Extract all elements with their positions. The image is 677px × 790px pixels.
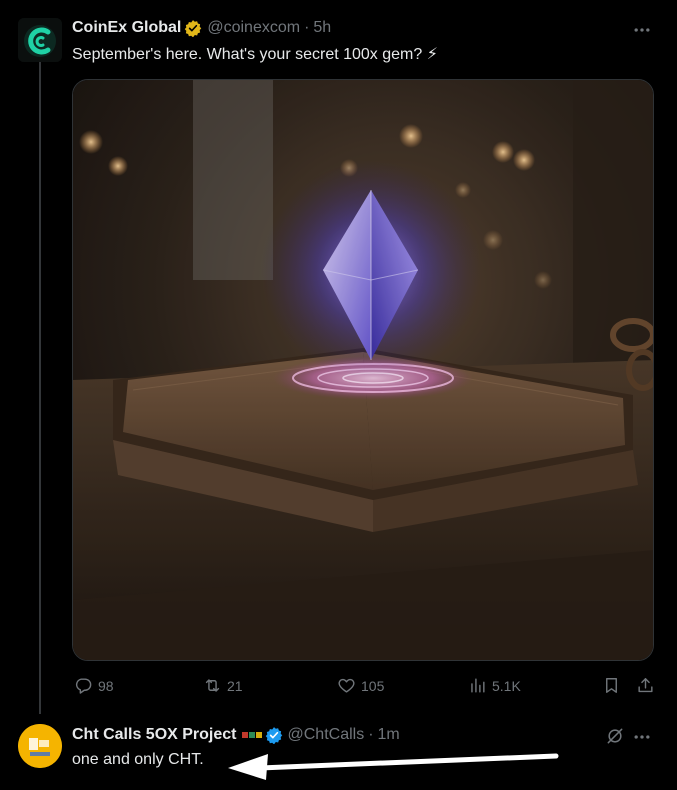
like-button[interactable]: 105 <box>337 676 384 695</box>
retweet-count: 21 <box>227 677 243 694</box>
heart-icon <box>338 678 355 693</box>
separator-dot: · <box>368 726 374 743</box>
verified-gold-icon[interactable] <box>184 19 202 37</box>
more-options-button[interactable] <box>631 727 653 747</box>
tweet-header: CoinEx Global @coinexcom · 5h <box>72 19 331 37</box>
avatar-chtcalls[interactable] <box>18 724 62 768</box>
annotation-arrow-icon <box>228 753 559 780</box>
timeline: CoinEx Global @coinexcom · 5h September'… <box>0 0 677 790</box>
display-name[interactable]: CoinEx Global <box>72 19 181 37</box>
handle[interactable]: @ChtCalls <box>288 726 365 744</box>
avatar-coinex[interactable] <box>18 18 62 62</box>
share-button[interactable] <box>636 676 655 695</box>
tweet-text: one and only CHT. <box>72 751 204 768</box>
like-count: 105 <box>361 677 385 694</box>
views-button[interactable]: 5.1K <box>468 676 521 695</box>
thread-connector-line <box>39 62 41 714</box>
tweet-header: Cht Calls 5OX Project @ChtCalls · 1m <box>72 726 400 744</box>
bookmark-icon <box>606 678 617 693</box>
separator-dot: · <box>304 19 310 36</box>
timestamp[interactable]: 1m <box>378 726 400 744</box>
tweet-text: September's here. What's your secret 100… <box>72 46 438 63</box>
bookmark-button[interactable] <box>602 676 621 695</box>
next-tweet-actions-partial <box>72 780 656 790</box>
reply-icon <box>75 678 92 694</box>
retweet-icon <box>205 679 220 692</box>
views-count: 5.1K <box>492 677 521 694</box>
gem-book-image <box>73 80 653 660</box>
share-icon <box>638 678 653 693</box>
reply-button[interactable]: 98 <box>74 676 114 695</box>
tweet-actions: 98 21 105 5.1K <box>72 676 656 698</box>
reply-count: 98 <box>98 677 114 694</box>
display-name[interactable]: Cht Calls 5OX Project <box>72 726 237 744</box>
coinex-logo-icon <box>18 18 62 62</box>
verified-blue-icon[interactable] <box>265 726 283 744</box>
grok-button[interactable] <box>605 726 625 746</box>
tweet-image[interactable] <box>72 79 654 661</box>
more-options-button[interactable] <box>631 20 653 40</box>
more-icon <box>634 735 650 739</box>
more-icon <box>634 28 650 32</box>
retweet-button[interactable]: 21 <box>203 676 243 695</box>
flag-emoji-icon <box>241 732 262 738</box>
timestamp[interactable]: 5h <box>313 19 331 37</box>
chtcalls-logo-icon <box>18 724 62 768</box>
views-icon <box>471 678 485 693</box>
handle[interactable]: @coinexcom <box>207 19 300 37</box>
grok-icon <box>607 728 623 744</box>
